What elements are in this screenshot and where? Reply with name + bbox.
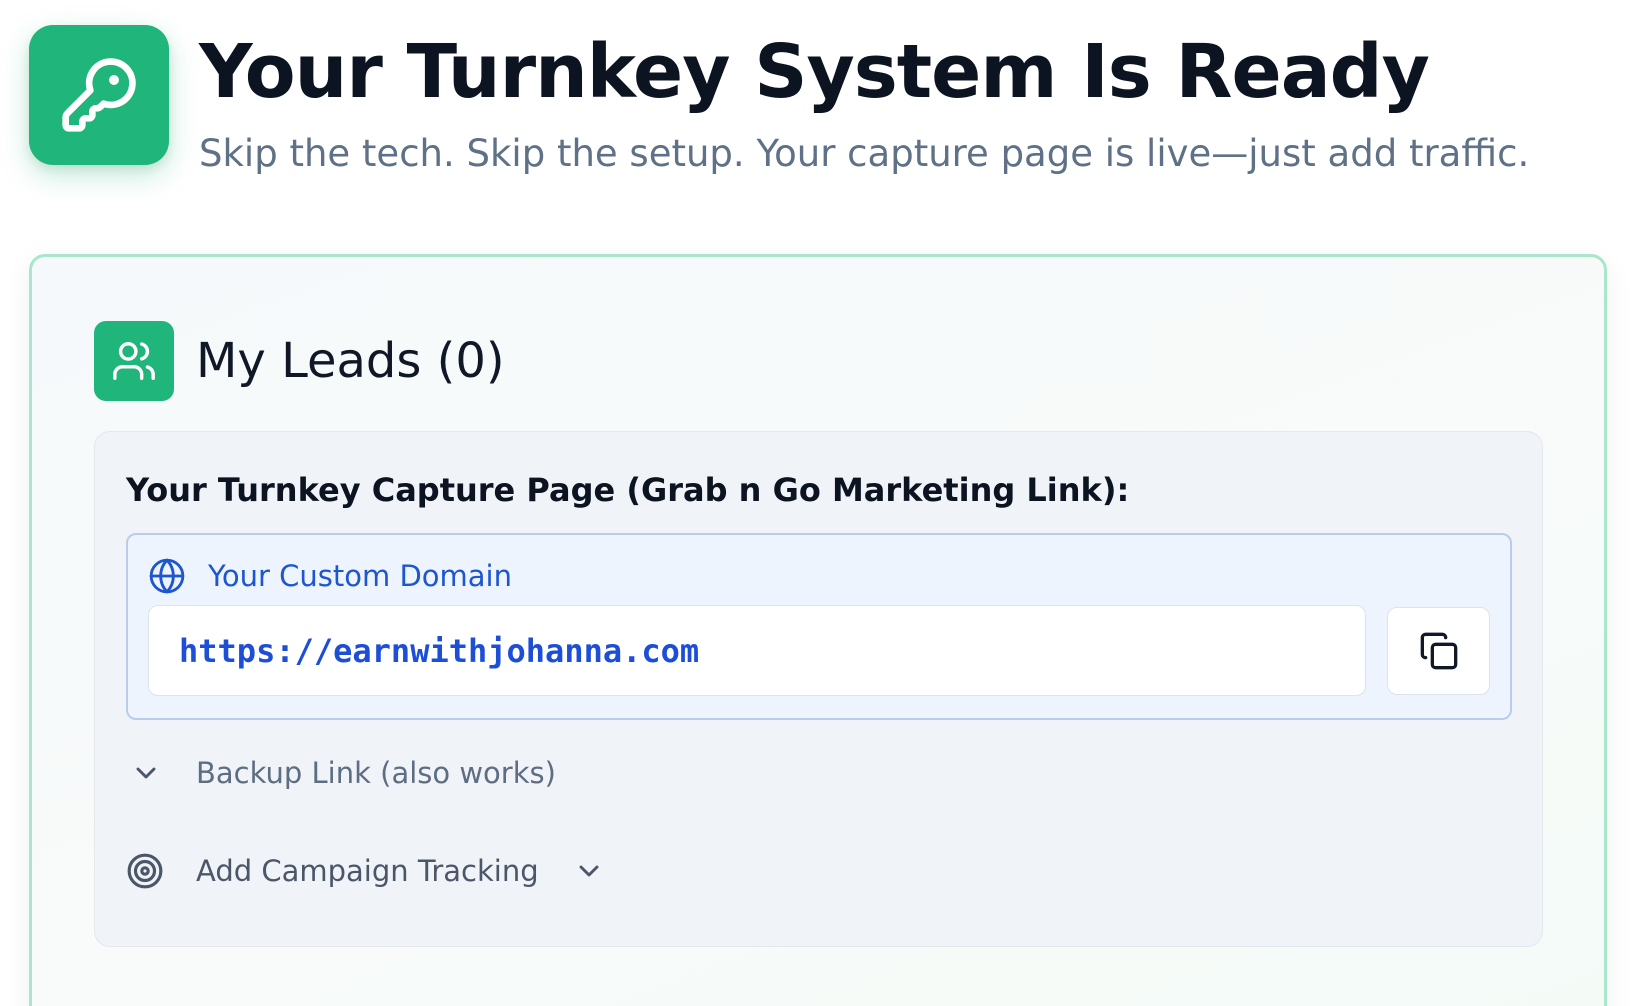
page-title: Your Turnkey System Is Ready: [199, 29, 1430, 115]
page: Your Turnkey System Is Ready Skip the te…: [0, 0, 1642, 1006]
target-icon: [126, 852, 164, 890]
custom-domain-label-row: Your Custom Domain: [148, 557, 512, 595]
copy-button[interactable]: [1387, 607, 1490, 695]
leads-header: My Leads (0): [94, 321, 505, 401]
campaign-tracking-toggle[interactable]: Add Campaign Tracking: [126, 844, 605, 898]
chevron-down-icon: [130, 757, 162, 789]
page-subtitle: Skip the tech. Skip the setup. Your capt…: [199, 132, 1530, 175]
custom-domain-label: Your Custom Domain: [208, 559, 512, 593]
capture-page-label: Your Turnkey Capture Page (Grab n Go Mar…: [126, 471, 1130, 509]
campaign-tracking-label[interactable]: Add Campaign Tracking: [196, 854, 539, 888]
leads-title: My Leads (0): [196, 333, 505, 389]
backup-link-toggle[interactable]: Backup Link (also works): [126, 748, 556, 798]
globe-icon: [148, 557, 186, 595]
users-icon: [94, 321, 174, 401]
page-header: Your Turnkey System Is Ready Skip the te…: [29, 25, 1529, 177]
header-text: Your Turnkey System Is Ready Skip the te…: [199, 25, 1529, 177]
key-icon: [29, 25, 169, 165]
custom-domain-url[interactable]: https://earnwithjohanna.com: [179, 632, 699, 670]
chevron-down-icon: [573, 855, 605, 887]
custom-domain-box: Your Custom Domain https://earnwithjohan…: [126, 533, 1512, 720]
leads-card: My Leads (0) Your Turnkey Capture Page (…: [29, 254, 1607, 1006]
custom-domain-url-field[interactable]: https://earnwithjohanna.com: [148, 605, 1366, 696]
backup-link-label[interactable]: Backup Link (also works): [196, 756, 556, 790]
copy-icon: [1419, 631, 1459, 671]
capture-page-panel: Your Turnkey Capture Page (Grab n Go Mar…: [94, 431, 1543, 947]
